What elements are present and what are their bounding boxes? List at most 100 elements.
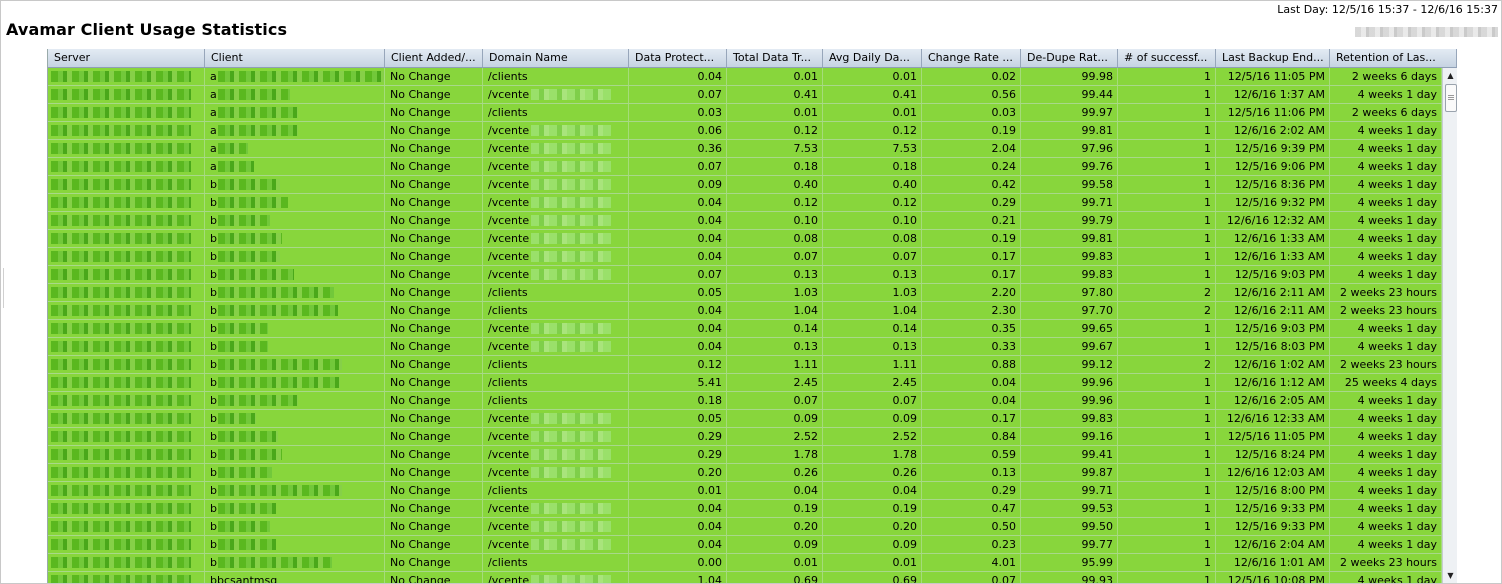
data-protected-text: 0.06 xyxy=(697,124,723,137)
table-row[interactable]: b No Change/clients 0.18 0.07 0.07 0.04 99.96 1… xyxy=(48,392,1442,410)
redacted-domain-path xyxy=(531,251,611,262)
table-row[interactable]: b No Change/vcente 0.04 0.07 0.07 0.17 99.83 1 1… xyxy=(48,248,1442,266)
column-header-server[interactable]: Server xyxy=(48,49,205,67)
retention-text: 4 weeks 1 day xyxy=(1357,574,1437,583)
domain-name-cell: /clients xyxy=(483,356,629,373)
table-row[interactable]: b No Change/vcente 0.04 0.08 0.08 0.19 99.81 1 1… xyxy=(48,230,1442,248)
client-text: b xyxy=(210,268,217,281)
last-backup-end-text: 12/5/16 9:32 PM xyxy=(1234,196,1325,209)
column-header-domain-name[interactable]: Domain Name xyxy=(483,49,629,67)
total-data-transferred-text: 0.01 xyxy=(793,556,819,569)
domain-name-cell: /vcente xyxy=(483,500,629,517)
table-row[interactable]: bbcsantmsq No Change/vcente 1.04 0.69 0.69 0.… xyxy=(48,572,1442,583)
dedupe-rate-cell: 99.87 xyxy=(1021,464,1118,481)
last-backup-end-text: 12/6/16 1:33 AM xyxy=(1233,232,1325,245)
successful-backups-cell: 1 xyxy=(1118,320,1216,337)
table-row[interactable]: b No Change/clients 0.05 1.03 1.03 2.20 97.80 2… xyxy=(48,284,1442,302)
client-added-cell: No Change xyxy=(385,230,483,247)
successful-backups-text: 1 xyxy=(1204,250,1211,263)
retention-text: 4 weeks 1 day xyxy=(1357,484,1437,497)
dedupe-rate-text: 99.77 xyxy=(1081,538,1114,551)
column-header-data-protected[interactable]: Data Protect... xyxy=(629,49,727,67)
column-header-client[interactable]: Client xyxy=(205,49,385,67)
total-data-transferred-cell: 7.53 xyxy=(727,140,823,157)
table-row[interactable]: b No Change/vcente 0.04 0.10 0.10 0.21 99.79 1 1… xyxy=(48,212,1442,230)
change-rate-text: 2.04 xyxy=(991,142,1017,155)
data-protected-cell: 0.03 xyxy=(629,104,727,121)
client-cell: b xyxy=(205,194,385,211)
table-row[interactable]: b No Change/clients 0.00 0.01 0.01 4.01 95.99 1… xyxy=(48,554,1442,572)
domain-name-text: /vcente xyxy=(488,502,530,515)
redacted-server-name xyxy=(51,557,191,568)
total-data-transferred-text: 0.19 xyxy=(793,502,819,515)
last-backup-end-text: 12/5/16 9:06 PM xyxy=(1234,160,1325,173)
redacted-server-name xyxy=(51,431,191,442)
table-row[interactable]: b No Change/vcente 0.29 1.78 1.78 0.59 99.41 1 1… xyxy=(48,446,1442,464)
server-cell xyxy=(48,158,205,175)
redacted-server-name xyxy=(51,341,191,352)
domain-name-cell: /vcente xyxy=(483,194,629,211)
client-added-cell: No Change xyxy=(385,68,483,85)
column-header-total-data-transferred[interactable]: Total Data Tr... xyxy=(727,49,823,67)
total-data-transferred-cell: 0.07 xyxy=(727,248,823,265)
column-header-retention[interactable]: Retention of Las... xyxy=(1330,49,1457,67)
table-row[interactable]: b No Change/clients 0.04 1.04 1.04 2.30 97.70 2… xyxy=(48,302,1442,320)
retention-cell: 4 weeks 1 day xyxy=(1330,320,1442,337)
table-row[interactable]: b No Change/vcente 0.04 0.20 0.20 0.50 99.50 1 1… xyxy=(48,518,1442,536)
data-protected-text: 0.05 xyxy=(697,412,723,425)
change-rate-text: 0.17 xyxy=(991,250,1017,263)
client-cell: bbcsantmsq xyxy=(205,572,385,583)
table-row[interactable]: b No Change/vcente 0.20 0.26 0.26 0.13 99.87 1 1… xyxy=(48,464,1442,482)
client-added-cell: No Change xyxy=(385,554,483,571)
table-row[interactable]: a No Change/vcente 0.36 7.53 7.53 2.04 97.96 1 1… xyxy=(48,140,1442,158)
dedupe-rate-cell: 99.98 xyxy=(1021,68,1118,85)
column-header-dedupe-rate[interactable]: De-Dupe Rat... xyxy=(1021,49,1118,67)
table-row[interactable]: b No Change/clients 0.01 0.04 0.04 0.29 99.71 1… xyxy=(48,482,1442,500)
table-row[interactable]: b No Change/vcente 0.04 0.12 0.12 0.29 99.71 1 1… xyxy=(48,194,1442,212)
column-header-avg-daily-data[interactable]: Avg Daily Da... xyxy=(823,49,922,67)
column-header-change-rate[interactable]: Change Rate ... xyxy=(922,49,1021,67)
redacted-client-name xyxy=(218,413,256,424)
change-rate-text: 0.33 xyxy=(991,340,1017,353)
change-rate-cell: 4.01 xyxy=(922,554,1021,571)
client-cell: b xyxy=(205,446,385,463)
table-row[interactable]: b No Change/vcente 0.07 0.13 0.13 0.17 99.83 1 1… xyxy=(48,266,1442,284)
data-protected-text: 0.07 xyxy=(697,88,723,101)
scroll-up-arrow-icon[interactable]: ▲ xyxy=(1444,69,1457,82)
column-header-successful-backups[interactable]: # of successf... xyxy=(1118,49,1216,67)
retention-cell: 4 weeks 1 day xyxy=(1330,482,1442,499)
client-added-cell: No Change xyxy=(385,392,483,409)
table-row[interactable]: a No Change/vcente 0.06 0.12 0.12 0.19 99.81 1 1… xyxy=(48,122,1442,140)
table-row[interactable]: a No Change/clients 0.03 0.01 0.01 0.03 99.97 1… xyxy=(48,104,1442,122)
table-row[interactable]: b No Change/clients 5.41 2.45 2.45 0.04 99.96 1… xyxy=(48,374,1442,392)
successful-backups-text: 1 xyxy=(1204,322,1211,335)
scroll-thumb[interactable] xyxy=(1445,84,1457,112)
client-text: a xyxy=(210,160,217,173)
dedupe-rate-text: 99.41 xyxy=(1081,448,1114,461)
redacted-domain-path xyxy=(531,503,611,514)
domain-name-text: /vcente xyxy=(488,322,530,335)
table-row[interactable]: b No Change/vcente 0.04 0.09 0.09 0.23 99.77 1 1… xyxy=(48,536,1442,554)
vertical-scrollbar[interactable]: ▲ ▼ xyxy=(1442,68,1457,583)
successful-backups-text: 1 xyxy=(1204,502,1211,515)
redacted-client-name xyxy=(218,233,282,244)
table-row[interactable]: b No Change/vcente 0.04 0.19 0.19 0.47 99.53 1 1… xyxy=(48,500,1442,518)
table-row[interactable]: b No Change/vcente 0.09 0.40 0.40 0.42 99.58 1 1… xyxy=(48,176,1442,194)
total-data-transferred-text: 0.09 xyxy=(793,412,819,425)
table-row[interactable]: b No Change/clients 0.12 1.11 1.11 0.88 99.12 2… xyxy=(48,356,1442,374)
table-row[interactable]: a No Change/vcente 0.07 0.41 0.41 0.56 99.44 1 1… xyxy=(48,86,1442,104)
scroll-down-arrow-icon[interactable]: ▼ xyxy=(1444,569,1457,582)
table-row[interactable]: b No Change/vcente 0.05 0.09 0.09 0.17 99.83 1 1… xyxy=(48,410,1442,428)
domain-name-cell: /vcente xyxy=(483,158,629,175)
table-row[interactable]: b No Change/vcente 0.04 0.14 0.14 0.35 99.65 1 1… xyxy=(48,320,1442,338)
column-header-last-backup-end[interactable]: Last Backup End... xyxy=(1216,49,1330,67)
successful-backups-text: 2 xyxy=(1204,286,1211,299)
table-row[interactable]: a No Change/clients 0.04 0.01 0.01 0.02 99.98 1… xyxy=(48,68,1442,86)
column-header-client-added[interactable]: Client Added/... xyxy=(385,49,483,67)
table-row[interactable]: b No Change/vcente 0.04 0.13 0.13 0.33 99.67 1 1… xyxy=(48,338,1442,356)
table-row[interactable]: b No Change/vcente 0.29 2.52 2.52 0.84 99.16 1 1… xyxy=(48,428,1442,446)
table-row[interactable]: a No Change/vcente 0.07 0.18 0.18 0.24 99.76 1 1… xyxy=(48,158,1442,176)
client-text: b xyxy=(210,412,217,425)
data-protected-text: 0.04 xyxy=(697,538,723,551)
successful-backups-text: 1 xyxy=(1204,160,1211,173)
